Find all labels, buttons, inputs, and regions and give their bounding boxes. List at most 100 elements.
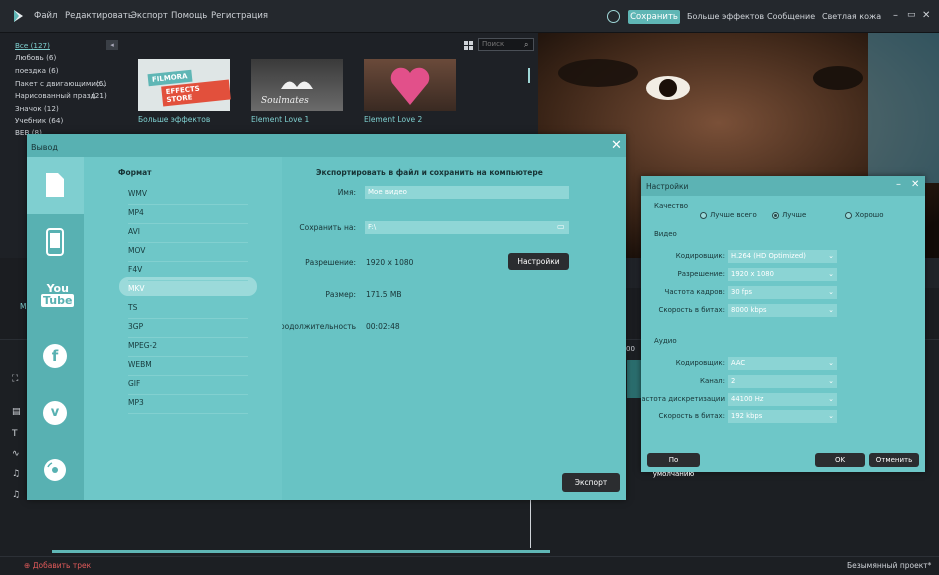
audio-codec-label: Кодировщик: bbox=[675, 359, 725, 367]
settings-button[interactable]: Настройки bbox=[508, 253, 569, 270]
video-resolution-label: Разрешение: bbox=[677, 270, 726, 278]
project-name: Безымянный проект* bbox=[847, 561, 932, 570]
format-item[interactable]: MPEG-2 bbox=[128, 339, 248, 357]
tab-local-file[interactable] bbox=[27, 157, 84, 214]
close-icon[interactable]: ✕ bbox=[911, 179, 919, 190]
size-value: 171.5 MB bbox=[366, 290, 402, 299]
library-item[interactable]: Любовь (6) bbox=[15, 53, 56, 62]
file-icon bbox=[46, 173, 64, 197]
video-bitrate-select[interactable]: 8000 kbps ⌄ bbox=[728, 304, 837, 317]
chevron-down-icon: ⌄ bbox=[828, 412, 834, 420]
playhead[interactable] bbox=[530, 500, 531, 548]
menu-export[interactable]: Экспорт bbox=[131, 11, 168, 21]
tab-dvd[interactable] bbox=[27, 442, 84, 499]
minimize-icon[interactable]: – bbox=[896, 179, 901, 190]
format-item[interactable]: GIF bbox=[128, 377, 248, 395]
export-heading: Экспортировать в файл и сохранить на ком… bbox=[316, 168, 543, 177]
format-item[interactable]: MP3 bbox=[128, 396, 248, 414]
video-track-icon[interactable]: ▤ bbox=[12, 407, 21, 417]
thumbnail-element-love-1[interactable]: Soulmates bbox=[251, 59, 343, 111]
format-item[interactable]: WEBM bbox=[128, 358, 248, 376]
tab-vimeo[interactable]: v bbox=[27, 385, 84, 442]
format-item[interactable]: TS bbox=[128, 301, 248, 319]
tab-device[interactable] bbox=[27, 214, 84, 271]
quality-label: Качество bbox=[654, 202, 689, 210]
thumbnail-element-love-2[interactable] bbox=[364, 59, 456, 111]
name-input[interactable]: Мое видео bbox=[365, 186, 569, 199]
close-icon[interactable]: ✕ bbox=[611, 138, 622, 153]
default-button[interactable]: По умолчанию bbox=[647, 453, 700, 478]
ok-button[interactable]: OK bbox=[815, 453, 865, 467]
music-track-icon[interactable]: ♫ bbox=[12, 469, 20, 479]
duration-value: 00:02:48 bbox=[366, 322, 400, 331]
timeline-scrollbar[interactable] bbox=[52, 550, 550, 553]
add-track-button[interactable]: ⊕ Добавить трек bbox=[24, 561, 91, 570]
audio-wave-icon[interactable]: ∿ bbox=[12, 449, 20, 459]
save-path-input[interactable]: F:\ bbox=[365, 221, 569, 234]
tab-youtube[interactable]: You Tube bbox=[27, 271, 84, 328]
channel-select[interactable]: 2 ⌄ bbox=[728, 375, 837, 388]
timeline-tab[interactable]: М bbox=[20, 302, 26, 311]
disc-icon bbox=[44, 459, 66, 481]
quality-best-radio[interactable] bbox=[700, 212, 707, 219]
quality-good-radio[interactable] bbox=[845, 212, 852, 219]
timeline-clip[interactable] bbox=[627, 360, 641, 398]
library-item[interactable]: Учебник (64) bbox=[15, 116, 63, 125]
tab-facebook[interactable]: f bbox=[27, 328, 84, 385]
format-item[interactable]: MOV bbox=[128, 244, 248, 262]
video-resolution-select[interactable]: 1920 x 1080 ⌄ bbox=[728, 268, 837, 281]
library-item[interactable]: Нарисованный празд (21) bbox=[15, 91, 107, 100]
message-link[interactable]: Сообщение bbox=[767, 12, 815, 21]
library-item[interactable]: Пакет с двигающимис... (6) bbox=[15, 79, 107, 88]
light-skin-link[interactable]: Светлая кожа bbox=[822, 12, 881, 21]
library-item[interactable]: Все (127) bbox=[15, 41, 50, 50]
youtube-icon: You Tube bbox=[41, 282, 75, 307]
frame-rate-select[interactable]: 30 fps ⌄ bbox=[728, 286, 837, 299]
format-item[interactable]: MP4 bbox=[128, 206, 248, 224]
crop-icon[interactable]: ⛶ bbox=[12, 374, 18, 384]
audio-bitrate-select[interactable]: 192 kbps ⌄ bbox=[728, 410, 837, 423]
format-item[interactable]: WMV bbox=[128, 187, 248, 205]
save-button[interactable]: Сохранить bbox=[628, 10, 680, 24]
quality-good-label: Хорошо bbox=[855, 211, 884, 219]
folder-icon[interactable]: ▭ bbox=[557, 222, 565, 231]
duration-label: родолжительность: bbox=[282, 322, 356, 331]
chevron-down-icon: ⌄ bbox=[828, 270, 834, 278]
audio-codec-select[interactable]: AAC ⌄ bbox=[728, 357, 837, 370]
audio-section-label: Аудио bbox=[654, 337, 677, 345]
user-icon[interactable] bbox=[607, 10, 620, 23]
search-icon[interactable]: ⌕ bbox=[524, 40, 528, 50]
filmora-logo-icon bbox=[14, 10, 23, 22]
scrollbar[interactable] bbox=[528, 68, 530, 83]
collapse-panel-icon[interactable]: ◂ bbox=[106, 40, 118, 50]
text-track-icon[interactable]: T bbox=[12, 429, 18, 439]
library-item[interactable]: поездка (6) bbox=[15, 66, 59, 75]
format-item-selected[interactable]: MKV bbox=[128, 282, 248, 300]
thumbnail-effects-store[interactable]: FILMORA EFFECTS STORE bbox=[138, 59, 231, 111]
format-item[interactable]: AVI bbox=[128, 225, 248, 243]
format-item[interactable]: F4V bbox=[128, 263, 248, 281]
sample-rate-label: астота дискретизации: bbox=[642, 395, 725, 403]
close-icon[interactable]: ✕ bbox=[922, 10, 930, 21]
maximize-icon[interactable]: ▭ bbox=[907, 10, 916, 20]
thumbnail-art-text: Soulmates bbox=[261, 96, 309, 106]
format-item[interactable]: 3GP bbox=[128, 320, 248, 338]
quality-better-radio[interactable] bbox=[772, 212, 779, 219]
video-section-label: Видео bbox=[654, 230, 677, 238]
sample-rate-select[interactable]: 44100 Hz ⌄ bbox=[728, 393, 837, 406]
time-mark: 00 bbox=[626, 345, 635, 353]
export-button[interactable]: Экспорт bbox=[562, 473, 620, 492]
bottom-bar bbox=[0, 556, 939, 575]
settings-dialog-title: Настройки bbox=[646, 182, 689, 191]
music-track-icon[interactable]: ♫ bbox=[12, 490, 20, 500]
minimize-icon[interactable]: – bbox=[893, 10, 898, 21]
menu-file[interactable]: Файл bbox=[34, 11, 57, 21]
menu-edit[interactable]: Редактировать bbox=[65, 11, 133, 21]
more-effects-link[interactable]: Больше эффектов bbox=[687, 12, 764, 21]
menu-help[interactable]: Помощь bbox=[171, 11, 207, 21]
library-item[interactable]: Значок (12) bbox=[15, 104, 59, 113]
cancel-button[interactable]: Отменить bbox=[869, 453, 919, 467]
menu-register[interactable]: Регистрация bbox=[211, 11, 268, 21]
grid-view-icon[interactable] bbox=[464, 41, 473, 50]
video-codec-select[interactable]: H.264 (HD Optimized) ⌄ bbox=[728, 250, 837, 263]
